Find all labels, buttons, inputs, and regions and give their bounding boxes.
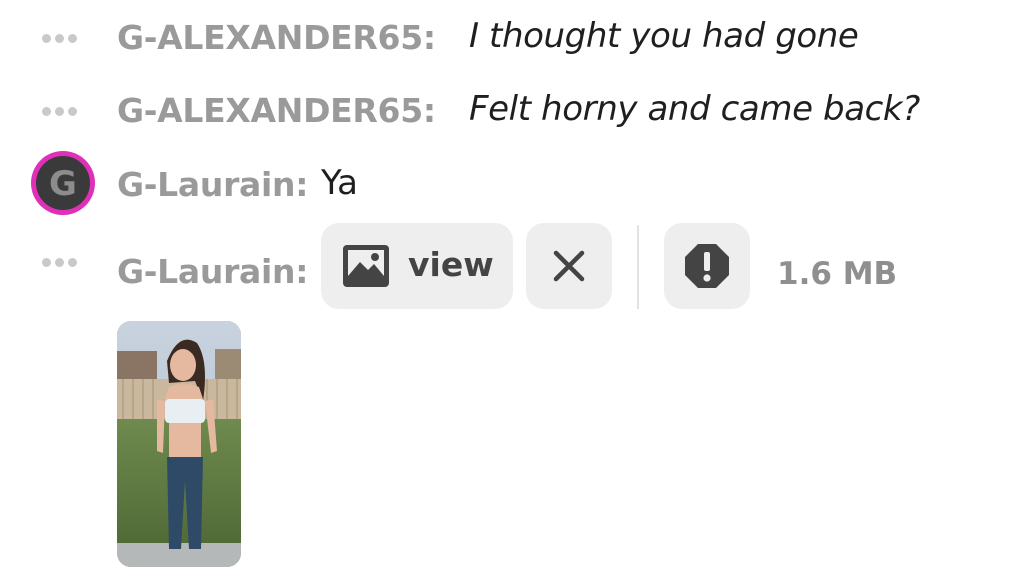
report-icon xyxy=(685,244,729,288)
more-options-icon[interactable] xyxy=(42,107,84,117)
more-options-icon[interactable] xyxy=(42,34,84,44)
chat-message: G-Laurain: Ya xyxy=(0,157,1024,213)
message-text: Ya xyxy=(321,163,358,203)
photo-preview xyxy=(117,321,241,567)
close-button[interactable] xyxy=(526,223,612,309)
view-label: view xyxy=(408,245,494,284)
chat-log: G-ALEXANDER65: I thought you had gone G-… xyxy=(0,0,1024,582)
divider xyxy=(637,225,639,309)
message-text: I thought you had gone xyxy=(469,16,859,56)
message-nick[interactable]: G-ALEXANDER65: xyxy=(117,91,436,130)
report-button[interactable] xyxy=(664,223,750,309)
message-nick[interactable]: G-Laurain: xyxy=(117,165,308,204)
file-size: 1.6 MB xyxy=(777,256,898,292)
message-nick[interactable]: G-ALEXANDER65: xyxy=(117,18,436,57)
message-nick[interactable]: G-Laurain: xyxy=(117,252,308,291)
more-options-icon[interactable] xyxy=(42,258,84,268)
chat-message: G-ALEXANDER65: I thought you had gone xyxy=(0,10,1024,66)
message-text: Felt horny and came back? xyxy=(469,89,920,129)
close-icon xyxy=(553,250,585,282)
image-thumbnail[interactable] xyxy=(117,321,241,567)
image-icon xyxy=(343,245,389,287)
chat-message: G-ALEXANDER65: Felt horny and came back? xyxy=(0,83,1024,139)
view-image-button[interactable]: view xyxy=(321,223,513,309)
